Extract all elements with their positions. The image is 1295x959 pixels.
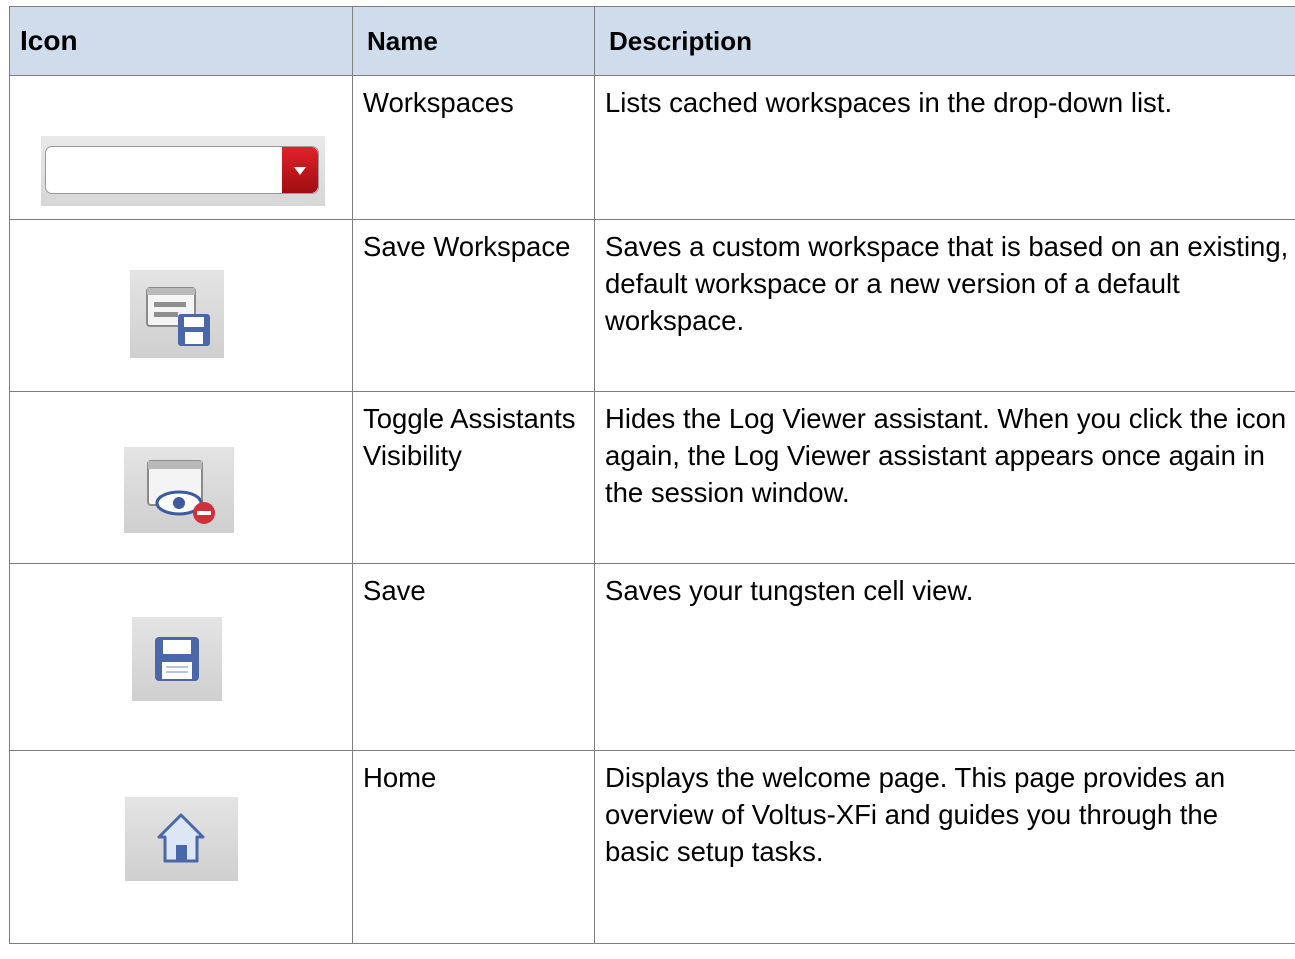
name-cell: Save Workspace <box>352 219 595 392</box>
icon-cell <box>9 563 353 751</box>
table-header-row: Icon Name Description <box>9 6 1295 76</box>
name-cell: Home <box>352 750 595 944</box>
icon-cell <box>9 391 353 564</box>
header-description: Description <box>594 6 1295 76</box>
description-cell: Saves your tungsten cell view. <box>594 563 1295 751</box>
description-cell: Lists cached workspaces in the drop-down… <box>594 75 1295 220</box>
name-cell: Toggle Assistants Visibility <box>352 391 595 564</box>
toggle-visibility-icon <box>124 447 234 533</box>
header-name: Name <box>352 6 595 76</box>
icon-reference-table: Icon Name Description Workspaces Lists c… <box>9 6 1295 944</box>
header-icon: Icon <box>9 6 353 76</box>
description-cell: Saves a custom workspace that is based o… <box>594 219 1295 392</box>
icon-cell <box>9 219 353 392</box>
save-workspace-icon <box>130 270 224 358</box>
floppy-disk-icon <box>132 617 222 701</box>
home-icon <box>125 797 238 881</box>
icon-cell <box>9 75 353 220</box>
table-row: Save Saves your tungsten cell view. <box>9 563 1295 751</box>
table-row: Home Displays the welcome page. This pag… <box>9 750 1295 944</box>
description-cell: Displays the welcome page. This page pro… <box>594 750 1295 944</box>
table-row: Save Workspace Saves a custom workspace … <box>9 219 1295 392</box>
name-cell: Workspaces <box>352 75 595 220</box>
name-cell: Save <box>352 563 595 751</box>
description-cell: Hides the Log Viewer assistant. When you… <box>594 391 1295 564</box>
table-row: Workspaces Lists cached workspaces in th… <box>9 75 1295 220</box>
workspaces-dropdown-icon <box>41 136 325 206</box>
icon-cell <box>9 750 353 944</box>
table-row: Toggle Assistants Visibility Hides the L… <box>9 391 1295 564</box>
